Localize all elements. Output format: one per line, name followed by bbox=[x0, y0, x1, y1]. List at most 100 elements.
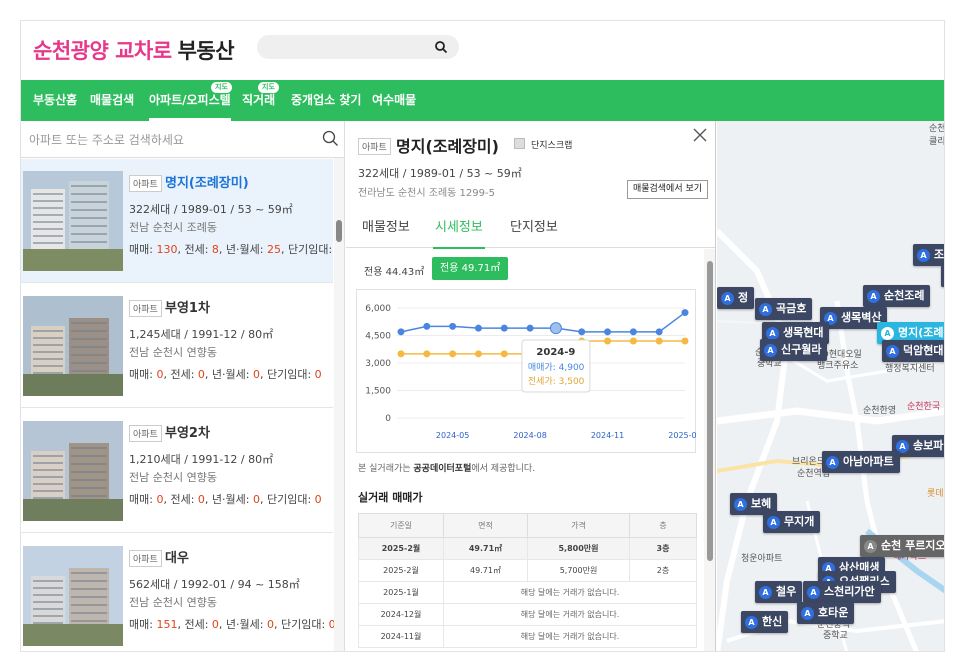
table-header-row: 기준일 면적 가격 층 bbox=[358, 513, 697, 538]
sale-point bbox=[500, 324, 508, 332]
trade-date: 2025-2월 bbox=[358, 559, 444, 582]
nav-item-yeosu[interactable]: 여수매물 bbox=[372, 80, 416, 121]
map-pin-label: 순천조례 bbox=[884, 289, 925, 302]
area-option-49-selected[interactable]: 전용 49.71㎡ bbox=[432, 257, 509, 280]
logo-sub: 부동산 bbox=[177, 39, 235, 63]
apartment-name[interactable]: 부영2차 bbox=[165, 422, 210, 441]
nav-label: 중개업소 찾기 bbox=[291, 93, 362, 107]
scrap-checkbox[interactable] bbox=[514, 138, 525, 149]
view-in-search-button[interactable]: 매물검색에서 보기 bbox=[627, 180, 708, 199]
main-nav: 부동산홈 매물검색 아파트/오피스텔 지도 직거래 지도 중개업소 찾기 여수매물 bbox=[21, 80, 944, 121]
map-pin[interactable]: A 무지개 bbox=[763, 511, 821, 533]
monthly-count: 0 bbox=[252, 368, 260, 381]
sale-point bbox=[681, 309, 689, 317]
monthly-label: 년·월세: bbox=[211, 493, 250, 506]
search-icon[interactable] bbox=[434, 40, 448, 54]
short-count: 0 bbox=[314, 368, 322, 381]
map-pin-label: 철우 bbox=[776, 585, 797, 598]
apartment-address: 전남 순천시 연향동 bbox=[129, 346, 217, 359]
apartment-pin-icon: A bbox=[766, 326, 779, 340]
map-pin[interactable]: A 조례 bbox=[913, 244, 944, 266]
tab-price-info[interactable]: 시세정보 bbox=[433, 207, 485, 249]
jeonse-point bbox=[397, 350, 405, 358]
map-pin[interactable]: A정 bbox=[717, 287, 755, 309]
apartment-pin-icon: A bbox=[745, 615, 758, 629]
close-icon[interactable] bbox=[692, 127, 708, 143]
apartment-pin-icon: A bbox=[881, 326, 894, 340]
jeonse-count: 8 bbox=[211, 243, 219, 256]
detail-scrollbar[interactable] bbox=[704, 249, 715, 651]
apartment-photo bbox=[23, 171, 123, 271]
map-pin[interactable]: A 한신 bbox=[741, 611, 789, 633]
nav-item-home[interactable]: 부동산홈 bbox=[33, 80, 77, 121]
map-pin[interactable]: A 철우 bbox=[755, 581, 803, 603]
list-search-input[interactable]: 아파트 또는 주소로 검색하세요 bbox=[21, 121, 344, 158]
apartment-name[interactable]: 부영1차 bbox=[165, 297, 210, 316]
scrollbar-thumb[interactable] bbox=[336, 220, 342, 242]
tooltip-jeonse: 전세가: 3,500 bbox=[528, 376, 585, 387]
sale-point bbox=[526, 324, 534, 332]
list-item[interactable]: 아파트 부영2차 1,210세대 / 1991-12 / 80㎡ 전남 순천시 연향동… bbox=[21, 409, 333, 533]
table-row: 2025-2월 49.71㎡ 5,800만원 3층 bbox=[358, 537, 697, 560]
sale-count: 0 bbox=[156, 368, 164, 381]
map-pin[interactable]: A 스천리가안 bbox=[803, 581, 881, 603]
jeonse-point bbox=[423, 350, 431, 358]
nav-item-search[interactable]: 매물검색 bbox=[90, 80, 134, 121]
app-window: 순천광양 교차로 부동산 부동산홈 매물검색 아파트/오피스텔 지도 직거래 지도 중… bbox=[20, 20, 945, 652]
nav-item-agency[interactable]: 중개업소 찾기 bbox=[291, 80, 361, 121]
map-view[interactable]: 순천클리순천이수중학교HD현대오일뱅크주유소덕연동행정복지센터순천한영순천한국브… bbox=[717, 121, 944, 651]
y-tick-label: 0 bbox=[385, 414, 391, 424]
x-tick-label: 2025-02 bbox=[668, 431, 697, 440]
list-search-placeholder: 아파트 또는 주소로 검색하세요 bbox=[29, 133, 184, 147]
map-pin[interactable]: A 곡금호 bbox=[755, 298, 813, 320]
area-option-44[interactable]: 전용 44.43㎡ bbox=[364, 263, 424, 278]
list-scrollbar[interactable] bbox=[334, 158, 344, 651]
map-pin[interactable]: A 호타운 bbox=[797, 602, 855, 624]
site-logo[interactable]: 순천광양 교차로 부동산 bbox=[33, 35, 235, 65]
table-row: 2025-2월 49.71㎡ 5,700만원 2층 bbox=[358, 559, 697, 582]
table-row: 2024-11월 해당 달에는 거래가 없습니다. bbox=[358, 625, 697, 648]
jeonse-count: 0 bbox=[197, 493, 205, 506]
detail-address: 전라남도 순천시 조례동 1299-5 bbox=[358, 188, 495, 199]
map-pin-label: 생목벽산 bbox=[841, 311, 882, 324]
tab-complex-info[interactable]: 단지정보 bbox=[510, 207, 558, 248]
top-search-input[interactable] bbox=[257, 35, 459, 59]
sale-count: 0 bbox=[156, 493, 164, 506]
sale-point bbox=[578, 328, 586, 336]
map-pin[interactable]: A bbox=[941, 265, 944, 287]
map-pin-label: 호타운 bbox=[818, 606, 849, 619]
map-pin[interactable]: A 신구월라 bbox=[760, 339, 828, 361]
x-tick-label: 2024-08 bbox=[513, 431, 546, 440]
col-date: 기준일 bbox=[358, 513, 444, 538]
apartment-address: 전남 순천시 연향동 bbox=[129, 596, 217, 609]
trade-price: 5,700만원 bbox=[527, 559, 630, 582]
tab-listings[interactable]: 매물정보 bbox=[362, 207, 410, 248]
jeonse-label: 전세: bbox=[170, 368, 195, 381]
map-pin-label: 생목현대 bbox=[783, 326, 824, 339]
map-pin[interactable]: A 덕암현대 bbox=[882, 340, 944, 362]
tooltip-title: 2024-9 bbox=[536, 347, 575, 358]
nav-item-direct[interactable]: 직거래 지도 bbox=[242, 80, 279, 121]
nav-item-apartment[interactable]: 아파트/오피스텔 지도 bbox=[149, 80, 232, 121]
scrap-label[interactable]: 단지스크랩 bbox=[531, 138, 572, 151]
map-pin[interactable]: A송보파인 bbox=[892, 435, 944, 457]
apartment-address: 전남 순천시 연향동 bbox=[129, 471, 217, 484]
apartment-name[interactable]: 명지(조례장미) bbox=[165, 172, 249, 191]
apartment-spec: 1,210세대 / 1991-12 / 80㎡ bbox=[129, 453, 274, 466]
map-pin[interactable]: A 순천조례 bbox=[863, 285, 931, 307]
price-chart: 6,000 4,500 3,000 1,500 0 2024-05 2024-08 2024-… bbox=[356, 289, 697, 453]
sale-label: 매매: bbox=[129, 243, 153, 256]
list-item[interactable]: 아파트 대우 562세대 / 1992-01 / 94 ~ 158㎡ 전남 순천시 연… bbox=[21, 534, 336, 651]
search-icon[interactable] bbox=[322, 130, 339, 147]
detail-spec: 322세대 / 1989-01 / 53 ~ 59㎡ bbox=[358, 167, 522, 180]
list-item[interactable]: 아파트 부영1차 1,245세대 / 1991-12 / 80㎡ 전남 순천시 연향동… bbox=[21, 284, 333, 408]
apartment-pin-icon: A bbox=[801, 606, 814, 620]
map-pin[interactable]: A 아남아파트 bbox=[822, 451, 900, 473]
apartment-name[interactable]: 대우 bbox=[165, 547, 189, 566]
map-pin[interactable]: A 순천 푸르지오 bbox=[860, 535, 944, 557]
list-item[interactable]: 아파트 명지(조례장미) 322세대 / 1989-01 / 53 ~ 59㎡ 전남 … bbox=[21, 159, 343, 283]
tooltip-sale-label: 매매가: bbox=[528, 362, 559, 373]
scrollbar-thumb[interactable] bbox=[707, 261, 713, 561]
short-count: 0 bbox=[314, 493, 322, 506]
col-area: 면적 bbox=[443, 513, 528, 538]
